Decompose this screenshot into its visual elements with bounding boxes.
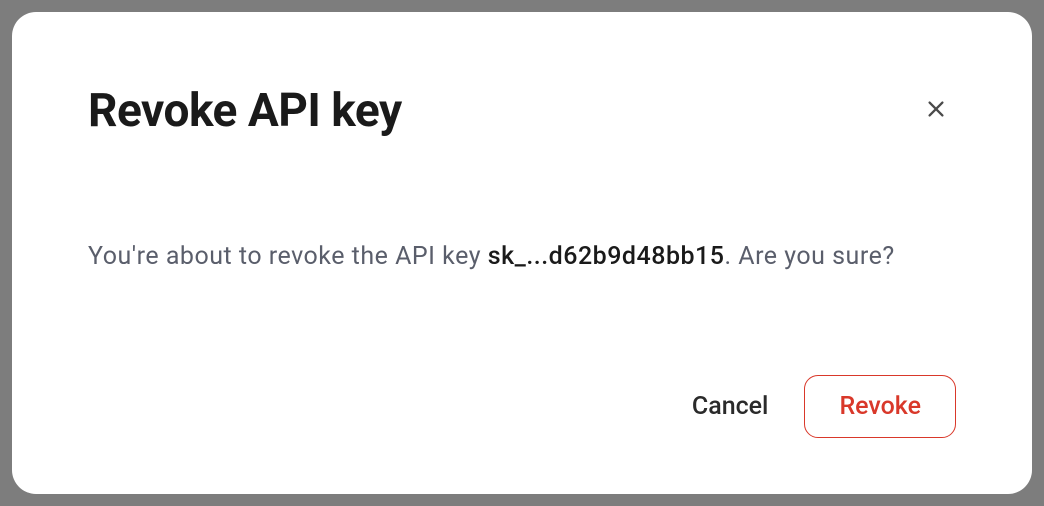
body-suffix: . Are you sure? xyxy=(724,242,894,271)
close-button[interactable] xyxy=(920,94,952,126)
modal-footer: Cancel Revoke xyxy=(692,375,956,438)
api-key-value: sk_...d62b9d48bb15 xyxy=(488,242,725,271)
modal-body-text: You're about to revoke the API key sk_..… xyxy=(88,238,956,277)
cancel-button[interactable]: Cancel xyxy=(692,392,769,421)
revoke-button[interactable]: Revoke xyxy=(804,375,956,438)
revoke-api-key-modal: Revoke API key You're about to revoke th… xyxy=(12,12,1032,494)
close-icon xyxy=(925,98,947,123)
body-prefix: You're about to revoke the API key xyxy=(88,242,488,271)
modal-title: Revoke API key xyxy=(88,84,956,138)
